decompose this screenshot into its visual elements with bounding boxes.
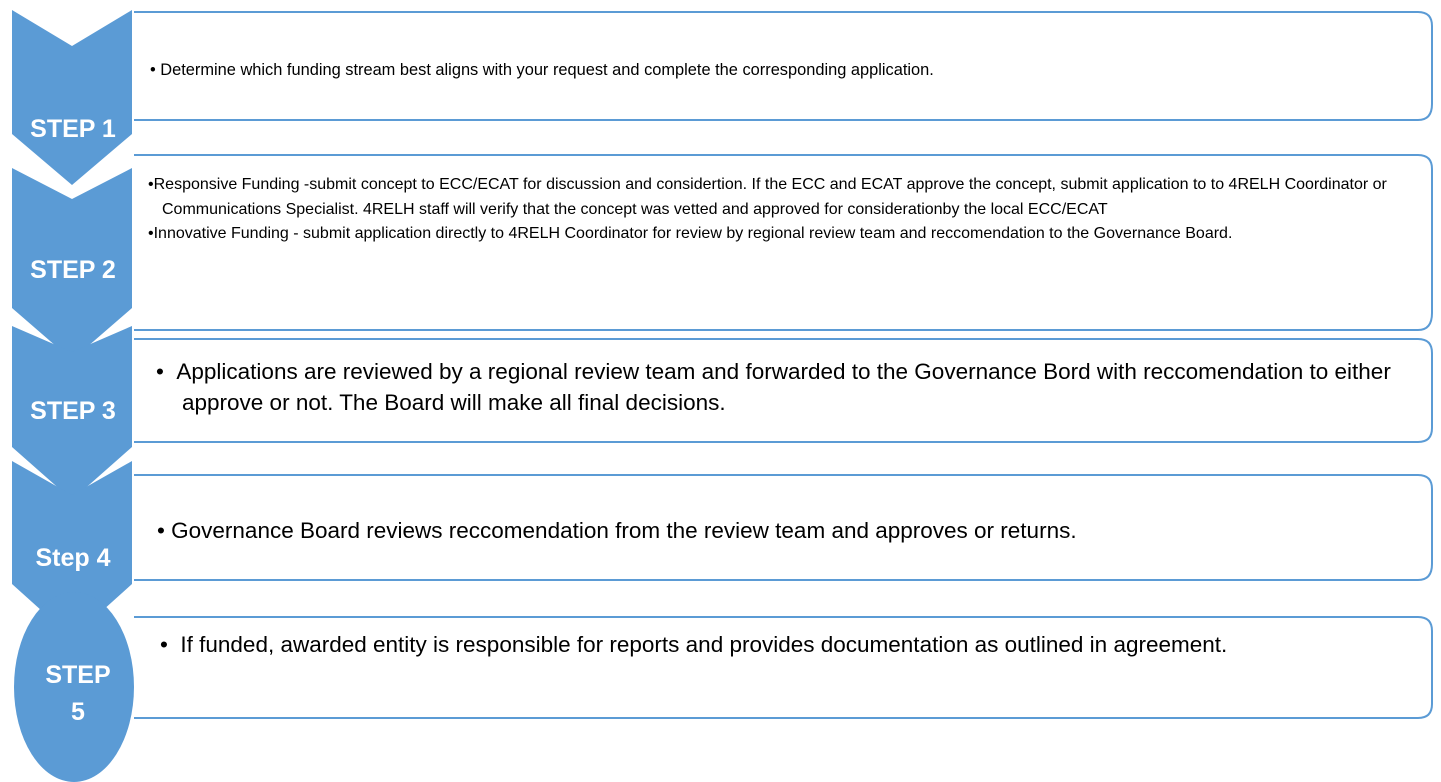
step-1-chevron (12, 10, 132, 185)
step-2-bullet-1: •Responsive Funding -submit concept to E… (148, 176, 1387, 218)
step-5-text: • If funded, awarded entity is responsib… (160, 628, 1422, 661)
step-3-bullet-1: • Applications are reviewed by a regiona… (156, 359, 1391, 415)
step-2-bullet-2: •Innovative Funding - submit application… (148, 225, 1233, 242)
step-1-bullet-1: • Determine which funding stream best al… (150, 61, 934, 79)
step-2-text: •Responsive Funding -submit concept to E… (148, 173, 1418, 247)
step-1-text: • Determine which funding stream best al… (150, 59, 1420, 81)
step-5-label-line2: 5 (71, 698, 85, 726)
step-2-bullet-1-text: Responsive Funding -submit concept to EC… (153, 176, 1387, 218)
step-1-label: STEP 1 (30, 115, 116, 143)
step-5-label-line1: STEP (45, 661, 110, 689)
step-5-bullet-1: • If funded, awarded entity is responsib… (160, 632, 1228, 657)
step-4-text: • Governance Board reviews reccomendatio… (157, 515, 1427, 546)
step-3-text: • Applications are reviewed by a regiona… (156, 356, 1428, 418)
step-3-label: STEP 3 (30, 397, 116, 425)
step-2-label: STEP 2 (30, 256, 116, 284)
step-3-bullet-1-text: Applications are reviewed by a regional … (176, 359, 1391, 415)
step-4-bullet-1-text: Governance Board reviews reccomendation … (171, 518, 1077, 543)
step-5-bullet-1-text: If funded, awarded entity is responsible… (174, 632, 1228, 657)
step-1-bullet-1-text: Determine which funding stream best alig… (160, 61, 934, 79)
step-2-bullet-2-text: Innovative Funding - submit application … (153, 225, 1233, 242)
step-4-bullet-1: • Governance Board reviews reccomendatio… (157, 518, 1077, 543)
step-4-label: Step 4 (35, 544, 110, 572)
